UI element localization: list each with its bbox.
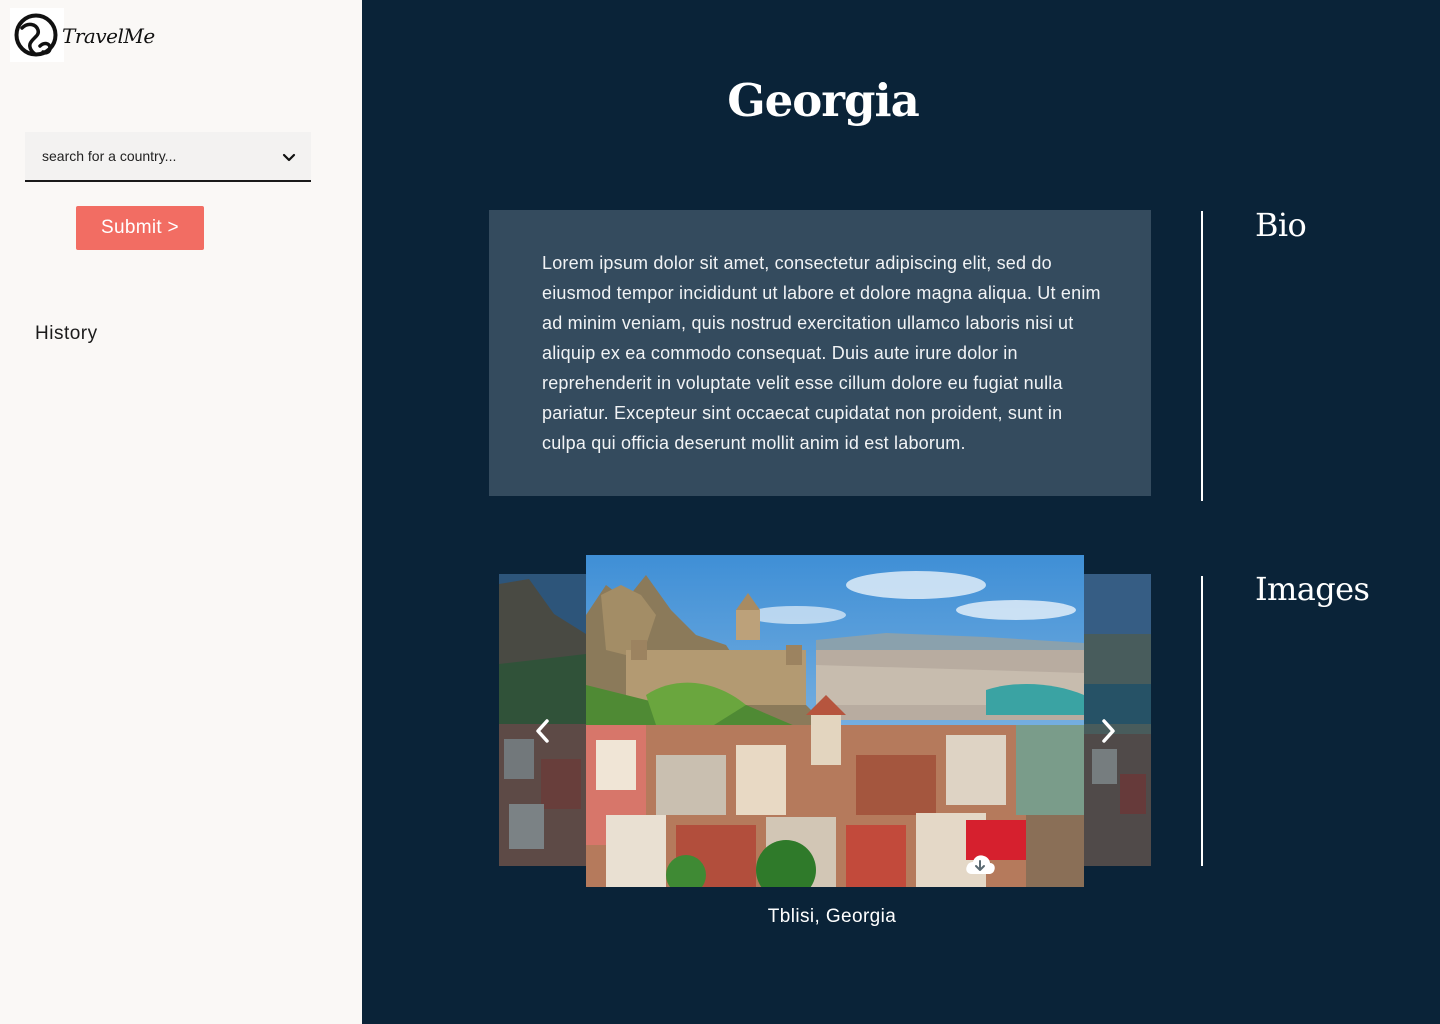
chevron-right-icon[interactable] [1096,718,1120,744]
chevron-left-icon[interactable] [531,718,555,744]
bio-heading: Bio [1255,206,1307,244]
country-search-select[interactable]: search for a country... [25,132,311,182]
logo[interactable] [10,8,64,62]
tbilisi-photo [586,555,1084,887]
search-placeholder: search for a country... [42,148,177,164]
bio-divider [1201,211,1203,501]
carousel-main-image[interactable] [586,555,1084,887]
bio-text: Lorem ipsum dolor sit amet, consectetur … [542,253,1101,453]
globe-hand-icon [14,13,58,57]
cloud-download-icon[interactable] [964,852,996,878]
images-heading: Images [1255,570,1370,608]
images-divider [1201,576,1203,866]
history-link[interactable]: History [35,323,98,345]
sidebar: TravelMe search for a country... Submit … [0,0,362,1024]
page-title: Georgia [727,74,920,127]
image-caption: Tblisi, Georgia [767,906,897,927]
app-name: TravelMe [62,24,155,48]
chevron-down-icon [282,153,296,162]
bio-box: Lorem ipsum dolor sit amet, consectetur … [489,210,1151,496]
submit-button[interactable]: Submit > [76,206,204,250]
